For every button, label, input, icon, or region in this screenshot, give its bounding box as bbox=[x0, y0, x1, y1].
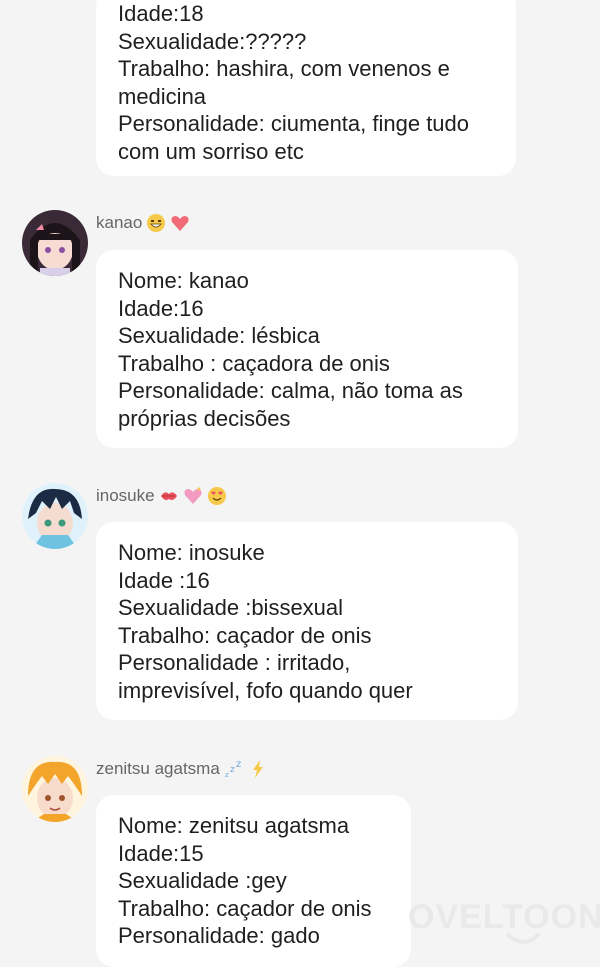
username-label[interactable]: zenitsu agatsma bbox=[96, 759, 220, 779]
message-line: Nome: kanao bbox=[118, 268, 249, 293]
zzz-emoji: zzz bbox=[224, 759, 244, 779]
zenitsu-avatar-image bbox=[22, 756, 88, 822]
avatar-kanao[interactable] bbox=[22, 210, 88, 276]
message-line: Personalidade : irritado, bbox=[118, 650, 351, 675]
message-line: Trabalho: caçador de onis bbox=[118, 622, 372, 648]
heart-eyes-emoji bbox=[207, 486, 227, 506]
message-line: Trabalho: hashira, com venenos e bbox=[118, 56, 450, 81]
inosuke-avatar-image bbox=[22, 483, 88, 549]
svg-text:z: z bbox=[225, 771, 229, 779]
message-line: Sexualidade:????? bbox=[118, 28, 307, 54]
message-line: Trabalho : caçadora de onis bbox=[118, 350, 390, 376]
username-label[interactable]: inosuke bbox=[96, 486, 155, 506]
message-line: Sexualidade :bissexual bbox=[118, 595, 344, 620]
svg-text:z: z bbox=[236, 759, 241, 770]
avatar-zenitsu[interactable] bbox=[22, 756, 88, 822]
message-bubble[interactable]: Nome: inosuke Idade :16 Sexualidade :bis… bbox=[96, 522, 518, 720]
message-bubble[interactable]: Nome: zenitsu agatsma Idade:15 Sexualida… bbox=[96, 795, 411, 967]
grinning-face-emoji bbox=[146, 213, 166, 233]
message-line: Sexualidade: lésbica bbox=[118, 323, 320, 348]
message-line: Idade:15 bbox=[118, 840, 204, 866]
kanao-avatar-image bbox=[22, 210, 88, 276]
lightning-emoji bbox=[248, 759, 268, 779]
watermark-smile-icon bbox=[505, 932, 541, 944]
message-line: medicina bbox=[118, 83, 207, 109]
sparkling-heart-emoji bbox=[183, 486, 203, 506]
message-bubble[interactable]: Nome: kanao Idade:16 Sexualidade: lésbic… bbox=[96, 250, 518, 448]
message-line: próprias decisões bbox=[118, 405, 291, 431]
message-line: Idade:16 bbox=[118, 295, 204, 321]
message-header: kanao bbox=[96, 213, 190, 233]
message-header: inosuke bbox=[96, 486, 227, 506]
message-line: Trabalho: caçador de onis bbox=[118, 895, 372, 921]
message-line: Idade:18 bbox=[118, 1, 204, 26]
message-line: Personalidade: gado bbox=[118, 923, 320, 948]
message-header: zenitsu agatsma zzz bbox=[96, 759, 268, 779]
message-line: Nome: zenitsu agatsma bbox=[118, 813, 350, 838]
avatar-inosuke[interactable] bbox=[22, 483, 88, 549]
message-line: imprevisível, fofo quando quer bbox=[118, 677, 413, 703]
username-label[interactable]: kanao bbox=[96, 213, 142, 233]
watermark-text: OVELTOON bbox=[408, 898, 600, 936]
message-line: Idade :16 bbox=[118, 567, 210, 593]
message-line: Personalidade: calma, não toma as bbox=[118, 378, 463, 403]
message-bubble[interactable]: Idade:18 Sexualidade:????? Trabalho: has… bbox=[96, 0, 516, 176]
message-line: Personalidade: ciumenta, finge tudo bbox=[118, 111, 470, 136]
message-line: com um sorriso etc bbox=[118, 138, 304, 164]
message-line: Nome: inosuke bbox=[118, 540, 265, 565]
message-line: Sexualidade :gey bbox=[118, 868, 287, 893]
red-heart-emoji bbox=[170, 213, 190, 233]
chat-feed: Idade:18 Sexualidade:????? Trabalho: has… bbox=[0, 0, 600, 967]
kiss-mark-emoji bbox=[159, 486, 179, 506]
svg-text:z: z bbox=[230, 765, 235, 775]
